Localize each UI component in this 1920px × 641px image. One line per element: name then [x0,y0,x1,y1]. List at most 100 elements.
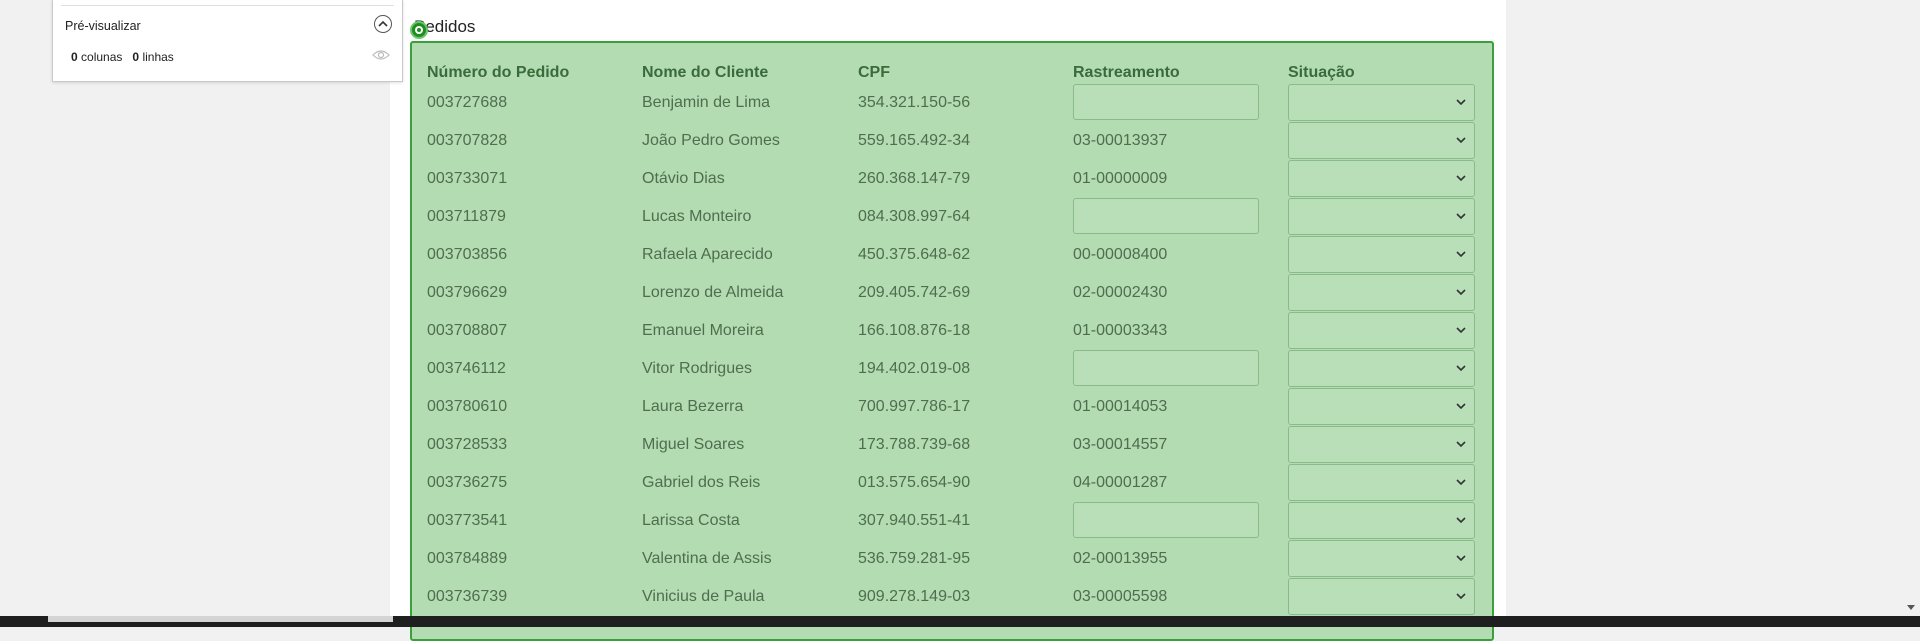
column-header: Nome do Cliente [642,64,769,81]
customer-cpf: 209.405.742-69 [858,284,971,301]
customer-cpf: 084.308.997-64 [858,208,971,225]
table-row: 003784889 Valentina de Assis 536.759.281-9… [0,540,1920,578]
chevron-down-icon [1456,403,1466,410]
customer-name: Lorenzo de Almeida [642,284,784,301]
customer-name: Benjamin de Lima [642,94,771,111]
table-row: 003708807 Emanuel Moreira 166.108.876-18 01… [0,312,1920,350]
chevron-down-icon [1456,289,1466,296]
customer-cpf: 166.108.876-18 [858,322,971,339]
tracking-code: 01-00000009 [1073,170,1168,187]
status-select[interactable] [1288,388,1475,425]
tracking-input[interactable] [1073,198,1259,234]
customer-name: Larissa Costa [642,512,740,529]
table-row: 003736275 Gabriel dos Reis 013.575.654-90 0… [0,464,1920,502]
tracking-code: 03-00005598 [1073,588,1168,605]
tracking-code: 00-00008400 [1073,246,1168,263]
customer-cpf: 909.278.149-03 [858,588,971,605]
customer-cpf: 536.759.281-95 [858,550,971,567]
table-row: 003746112 Vitor Rodrigues 194.402.019-08 [0,350,1920,388]
table-row: 003796629 Lorenzo de Almeida 209.405.742-6… [0,274,1920,312]
overlay-target-icon[interactable] [410,21,428,39]
customer-cpf: 559.165.492-34 [858,132,971,149]
chevron-down-icon [1456,479,1466,486]
order-number: 003746112 [427,360,506,377]
tracking-input[interactable] [1073,502,1259,538]
status-select[interactable] [1288,350,1475,387]
tracking-input[interactable] [1073,350,1259,386]
chevron-down-icon [1456,441,1466,448]
status-select[interactable] [1288,502,1475,539]
chevron-down-icon [1456,137,1466,144]
table-row: 003736739 Vinicius de Paula 909.278.149-03… [0,578,1920,616]
tracking-code: 03-00014557 [1073,436,1168,453]
taskbar [0,616,1920,627]
tracking-input[interactable] [1073,84,1259,120]
order-number: 003727688 [427,94,508,111]
column-header: Número do Pedido [427,64,570,81]
rows-count: 0 [132,50,140,64]
chevron-down-icon [1456,213,1466,220]
customer-name: Rafaela Aparecido [642,246,773,263]
customer-cpf: 260.368.147-79 [858,170,971,187]
tracking-code: 02-00013955 [1073,550,1168,567]
columns-label: colunas [81,50,123,64]
customer-name: Vitor Rodrigues [642,360,752,377]
vertical-scrollbar[interactable] [1903,0,1920,616]
customer-name: Emanuel Moreira [642,322,764,339]
order-number: 003796629 [427,284,508,301]
eye-icon[interactable] [372,48,390,62]
table-row: 003728533 Miguel Soares 173.788.739-68 03-0… [0,426,1920,464]
customer-name: João Pedro Gomes [642,132,780,149]
table-row: 003703856 Rafaela Aparecido 450.375.648-62… [0,236,1920,274]
table-row: 003711879 Lucas Monteiro 084.308.997-64 [0,198,1920,236]
order-number: 003736739 [427,588,508,605]
table-row: 003727688 Benjamin de Lima 354.321.150-56 [0,84,1920,122]
preview-panel: Pré-visualizar 0 colunas 0 linhas [52,0,403,82]
chevron-down-icon [1456,99,1466,106]
order-number: 003707828 [427,132,508,149]
status-select[interactable] [1288,426,1475,463]
status-select[interactable] [1288,274,1475,311]
order-number: 003708807 [427,322,508,339]
customer-name: Valentina de Assis [642,550,772,567]
customer-cpf: 013.575.654-90 [858,474,971,491]
order-number: 003784889 [427,550,508,567]
scroll-down-icon[interactable] [1907,605,1915,610]
tracking-code: 03-00013937 [1073,132,1168,149]
order-number: 003733071 [427,170,508,187]
status-select[interactable] [1288,464,1475,501]
customer-cpf: 307.940.551-41 [858,512,971,529]
order-number: 003711879 [427,208,506,225]
chevron-down-icon [1456,517,1466,524]
preview-title: Pré-visualizar [65,19,141,33]
table-row: 003780610 Laura Bezerra 700.997.786-17 01-0… [0,388,1920,426]
customer-cpf: 700.997.786-17 [858,398,971,415]
column-header: CPF [858,64,890,81]
status-select[interactable] [1288,160,1475,197]
chevron-down-icon [1456,365,1466,372]
status-select[interactable] [1288,578,1475,615]
chevron-down-icon [1456,175,1466,182]
status-select[interactable] [1288,198,1475,235]
collapse-up-icon[interactable] [374,15,392,33]
horizontal-scrollbar-thumb[interactable] [48,616,393,622]
order-number: 003736275 [427,474,508,491]
customer-name: Laura Bezerra [642,398,744,415]
status-select[interactable] [1288,312,1475,349]
status-select[interactable] [1288,236,1475,273]
status-select[interactable] [1288,84,1475,121]
order-number: 003728533 [427,436,508,453]
customer-cpf: 450.375.648-62 [858,246,971,263]
order-number: 003703856 [427,246,508,263]
table-row: 003773541 Larissa Costa 307.940.551-41 [0,502,1920,540]
status-select[interactable] [1288,122,1475,159]
tracking-code: 04-00001287 [1073,474,1168,491]
table-row: 003707828 João Pedro Gomes 559.165.492-34 0… [0,122,1920,160]
tracking-code: 01-00003343 [1073,322,1168,339]
customer-cpf: 194.402.019-08 [858,360,971,377]
customer-name: Vinicius de Paula [642,588,765,605]
chevron-down-icon [1456,327,1466,334]
order-number: 003780610 [427,398,508,415]
status-select[interactable] [1288,540,1475,577]
chevron-down-icon [1456,251,1466,258]
